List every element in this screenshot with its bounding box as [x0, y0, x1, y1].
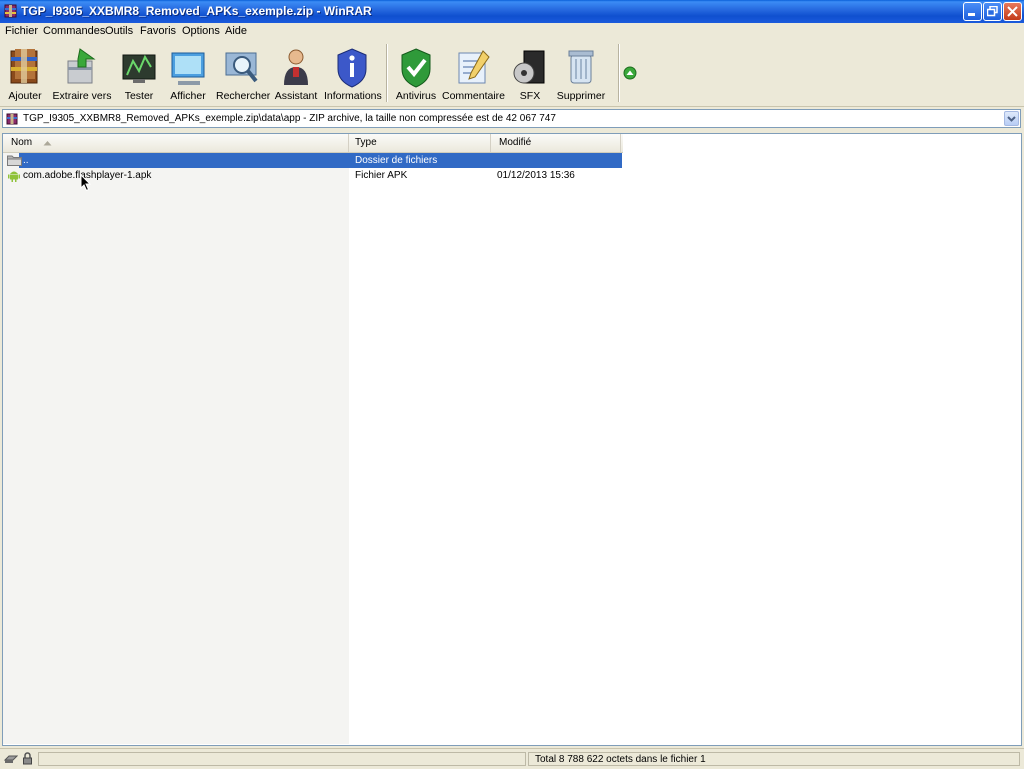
menu-favoris[interactable]: Favoris — [140, 25, 176, 37]
column-header-modified[interactable]: Modifié — [491, 134, 621, 152]
path-dropdown-button[interactable] — [1004, 111, 1019, 126]
minimize-icon — [968, 13, 975, 16]
up-arrow-icon[interactable] — [623, 66, 637, 80]
column-header-type[interactable]: Type — [349, 134, 491, 152]
sort-ascending-icon — [43, 141, 52, 146]
status-panel-right: Total 8 788 622 octets dans le fichier 1 — [528, 752, 1020, 766]
toolbar-separator — [386, 44, 388, 102]
name-column-background — [3, 152, 349, 744]
add-archive-icon — [10, 49, 38, 84]
path-combobox[interactable]: TGP_I9305_XXBMR8_Removed_APKs_exemple.zi… — [2, 109, 1021, 128]
information-button[interactable]: Informations — [324, 42, 382, 104]
toolbar-separator — [618, 44, 620, 102]
extract-icon — [67, 48, 96, 84]
window-title: TGP_I9305_XXBMR8_Removed_APKs_exemple.zi… — [21, 4, 372, 18]
delete-icon — [568, 50, 594, 84]
wizard-button[interactable]: Assistant — [274, 42, 318, 104]
status-panel-left — [38, 752, 526, 766]
extract-button[interactable]: Extraire vers — [52, 42, 112, 104]
column-header: Nom Type Modifié — [3, 134, 623, 153]
close-button[interactable] — [1003, 2, 1022, 21]
archive-icon — [6, 113, 18, 125]
table-row[interactable]: com.adobe.flashplayer-1.apk Fichier APK … — [3, 168, 623, 183]
menu-outils[interactable]: Outils — [105, 25, 133, 37]
row-name: .. — [23, 155, 29, 166]
test-icon — [122, 54, 156, 83]
menu-options[interactable]: Options — [182, 25, 220, 37]
menu-commandes[interactable]: Commandes — [43, 25, 105, 37]
comment-button[interactable]: Commentaire — [442, 42, 505, 104]
find-icon — [225, 52, 258, 83]
lock-icon[interactable] — [22, 752, 33, 765]
find-button[interactable]: Rechercher — [216, 42, 270, 104]
delete-button[interactable]: Supprimer — [556, 42, 606, 104]
sfx-button[interactable]: SFX — [510, 42, 550, 104]
selection-highlight — [19, 153, 622, 168]
chevron-down-icon — [1007, 116, 1016, 122]
antivirus-icon — [401, 48, 431, 88]
android-apk-icon — [8, 171, 20, 182]
status-right-text: Total 8 788 622 octets dans le fichier 1 — [535, 754, 706, 765]
info-icon — [337, 48, 367, 88]
title-bar[interactable]: TGP_I9305_XXBMR8_Removed_APKs_exemple.zi… — [0, 0, 1024, 24]
menu-aide[interactable]: Aide — [225, 25, 247, 37]
drive-icon[interactable] — [4, 753, 18, 765]
restore-icon — [987, 6, 998, 17]
column-header-name[interactable]: Nom — [3, 134, 349, 152]
comment-icon — [458, 50, 490, 84]
wizard-icon — [284, 49, 308, 85]
sfx-icon — [513, 50, 545, 84]
antivirus-button[interactable]: Antivirus — [394, 42, 438, 104]
minimize-button[interactable] — [963, 2, 982, 21]
path-text: TGP_I9305_XXBMR8_Removed_APKs_exemple.zi… — [23, 113, 556, 124]
restore-button[interactable] — [983, 2, 1002, 21]
details-column-background — [349, 152, 621, 744]
add-button[interactable]: Ajouter — [4, 42, 46, 104]
test-button[interactable]: Tester — [118, 42, 160, 104]
row-type: Fichier APK — [355, 170, 408, 181]
toolbar: Ajouter Extraire vers Tester Afficher Re… — [0, 40, 1024, 107]
folder-up-icon — [7, 155, 22, 166]
row-type: Dossier de fichiers — [355, 155, 438, 166]
file-list[interactable]: Nom Type Modifié .. Dossier de fichiers — [2, 133, 1022, 746]
menu-fichier[interactable]: Fichier — [5, 25, 38, 37]
table-row[interactable]: .. Dossier de fichiers — [3, 153, 623, 168]
winrar-app-icon[interactable] — [4, 4, 17, 18]
view-icon — [171, 52, 205, 85]
menu-bar: Fichier Commandes Outils Favoris Options… — [0, 23, 1024, 40]
row-modified: 01/12/2013 15:36 — [497, 170, 575, 181]
mouse-cursor-icon — [80, 174, 92, 192]
close-icon — [1007, 6, 1018, 17]
view-button[interactable]: Afficher — [166, 42, 210, 104]
status-bar: Total 8 788 622 octets dans le fichier 1 — [0, 748, 1024, 769]
